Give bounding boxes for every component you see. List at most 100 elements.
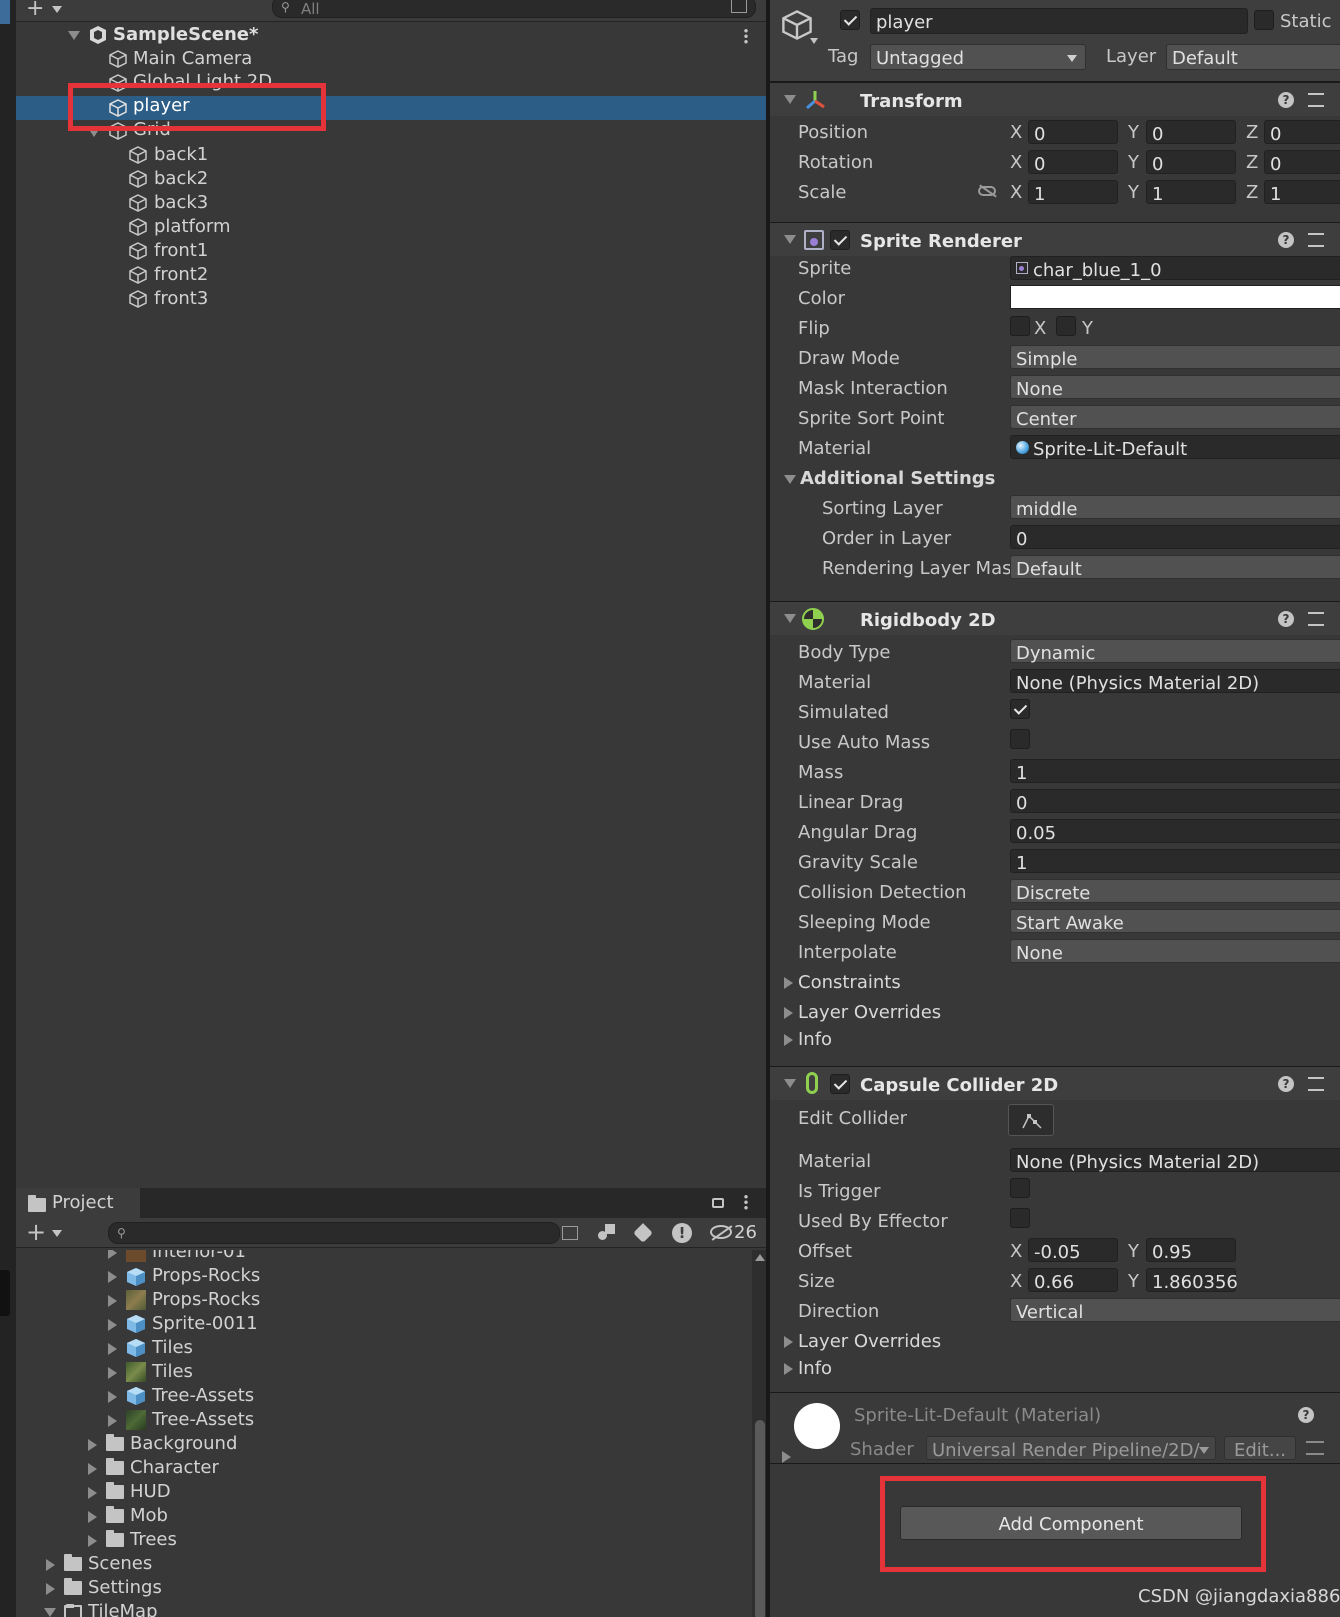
hierarchy-search-input[interactable]: ⚲ All [272,0,756,18]
icon-dropdown-arrow[interactable] [810,38,818,44]
offset-y-input[interactable]: 0.95 [1146,1238,1236,1263]
used-by-effector-checkbox[interactable] [1010,1208,1030,1228]
tab-project[interactable]: Project [16,1188,140,1218]
rotation-y-input[interactable]: 0 [1146,150,1236,175]
expand-arrow[interactable] [108,1367,117,1379]
foldout-arrow[interactable] [784,1034,793,1046]
linear-drag-input[interactable]: 0 [1010,789,1340,814]
layer-dropdown[interactable]: Default [1166,44,1340,70]
project-search-input[interactable]: ⚲ [108,1222,560,1244]
collapse-arrow[interactable] [44,1608,56,1617]
project-folder-background[interactable]: Background [130,1435,237,1453]
shader-dropdown[interactable]: Universal Render Pipeline/2D/ [926,1436,1216,1461]
project-item-props-rocks[interactable]: Props-Rocks [152,1267,260,1285]
create-dropdown-icon[interactable] [52,1230,62,1237]
mass-input[interactable]: 1 [1010,759,1340,784]
tag-dropdown[interactable]: Untagged [870,44,1086,70]
expand-arrow[interactable] [88,1535,97,1547]
project-item-tree-assets[interactable]: Tree-Assets [152,1387,254,1405]
position-z-input[interactable]: 0 [1264,120,1340,145]
sorting-layer-dropdown[interactable]: middle [1010,495,1340,520]
hierarchy-item-platform[interactable]: platform [154,218,230,236]
expand-arrow[interactable] [108,1271,117,1283]
create-plus-icon[interactable]: + [26,0,44,20]
help-icon[interactable]: ? [1278,1076,1294,1092]
shader-list-icon[interactable] [1306,1441,1324,1455]
sprite-object-field[interactable]: char_blue_1_0 [1010,256,1340,281]
project-folder-hud[interactable]: HUD [130,1483,171,1501]
size-x-input[interactable]: 0.66 [1028,1268,1118,1293]
shader-edit-button[interactable]: Edit... [1224,1436,1296,1461]
active-checkbox[interactable] [840,10,860,30]
expand-arrow[interactable] [88,1439,97,1451]
expand-arrow[interactable] [46,1583,55,1595]
hierarchy-item-front1[interactable]: front1 [154,242,208,260]
foldout-arrow[interactable] [784,1007,793,1019]
expand-arrow[interactable] [108,1415,117,1427]
simulated-checkbox[interactable] [1010,699,1030,719]
search-window-icon[interactable] [731,0,747,13]
presets-icon[interactable] [1308,93,1324,107]
sort-point-dropdown[interactable]: Center [1010,405,1340,430]
presets-icon[interactable] [1308,233,1324,247]
project-item-interior[interactable]: Interior-01 [152,1250,246,1261]
project-menu-icon[interactable] [744,1194,748,1210]
expand-arrow[interactable] [88,1511,97,1523]
rendering-layer-mask-dropdown[interactable]: Default [1010,555,1340,580]
scale-x-input[interactable]: 1 [1028,180,1118,205]
position-y-input[interactable]: 0 [1146,120,1236,145]
flip-y-checkbox[interactable] [1056,316,1076,336]
expand-arrow[interactable] [108,1319,117,1331]
object-name-input[interactable]: player [870,8,1248,34]
direction-dropdown[interactable]: Vertical [1010,1298,1340,1323]
expand-arrow[interactable] [46,1559,55,1571]
position-x-input[interactable]: 0 [1028,120,1118,145]
expand-arrow[interactable] [88,1463,97,1475]
project-folder-trees[interactable]: Trees [130,1531,177,1549]
sleeping-mode-dropdown[interactable]: Start Awake [1010,909,1340,934]
collision-detection-dropdown[interactable]: Discrete [1010,879,1340,904]
presets-icon[interactable] [1308,612,1324,626]
scale-y-input[interactable]: 1 [1146,180,1236,205]
foldout-arrow[interactable] [784,235,796,244]
project-item-props-rocks-sprite[interactable]: Props-Rocks [152,1291,260,1309]
offset-x-input[interactable]: -0.05 [1028,1238,1118,1263]
use-auto-mass-checkbox[interactable] [1010,729,1030,749]
foldout-arrow[interactable] [784,1079,796,1088]
flip-x-checkbox[interactable] [1010,316,1030,336]
expand-arrow[interactable] [108,1391,117,1403]
sprite-renderer-header[interactable]: Sprite Renderer ? [770,222,1340,256]
order-in-layer-input[interactable]: 0 [1010,525,1340,550]
constraints-foldout[interactable]: Constraints [798,972,901,993]
edit-collider-button[interactable] [1008,1104,1054,1136]
additional-settings-arrow[interactable] [784,475,796,484]
help-icon[interactable]: ? [1278,92,1294,108]
hierarchy-item-back2[interactable]: back2 [154,170,208,188]
cc-layer-overrides-foldout[interactable]: Layer Overrides [798,1331,941,1352]
scale-z-input[interactable]: 1 [1264,180,1340,205]
project-item-sprite-0011[interactable]: Sprite-0011 [152,1315,258,1333]
create-plus-icon[interactable]: + [26,1220,46,1244]
create-dropdown-icon[interactable] [52,6,62,13]
rigidbody-header[interactable]: Rigidbody 2D ? [770,601,1340,635]
hierarchy-item-back1[interactable]: back1 [154,146,208,164]
project-folder-tilemap[interactable]: TileMap [88,1603,158,1617]
is-trigger-checkbox[interactable] [1010,1178,1030,1198]
filter-type-icon[interactable] [598,1224,616,1242]
interpolate-dropdown[interactable]: None [1010,939,1340,964]
project-folder-settings[interactable]: Settings [88,1579,162,1597]
material-object-field[interactable]: Sprite-Lit-Default [1010,435,1340,460]
rotation-x-input[interactable]: 0 [1028,150,1118,175]
rb-layer-overrides-foldout[interactable]: Layer Overrides [798,1002,941,1023]
cc-info-foldout[interactable]: Info [798,1358,832,1379]
presets-icon[interactable] [1308,1077,1324,1091]
cc-material-field[interactable]: None (Physics Material 2D) [1010,1148,1340,1173]
foldout-arrow[interactable] [784,1363,793,1375]
scroll-up-arrow[interactable] [755,1254,765,1261]
foldout-arrow[interactable] [784,95,796,104]
project-folder-character[interactable]: Character [130,1459,219,1477]
transform-header[interactable]: Transform ? [770,82,1340,116]
rotation-z-input[interactable]: 0 [1264,150,1340,175]
draw-mode-dropdown[interactable]: Simple [1010,345,1340,370]
tag-icon[interactable] [633,1223,653,1243]
